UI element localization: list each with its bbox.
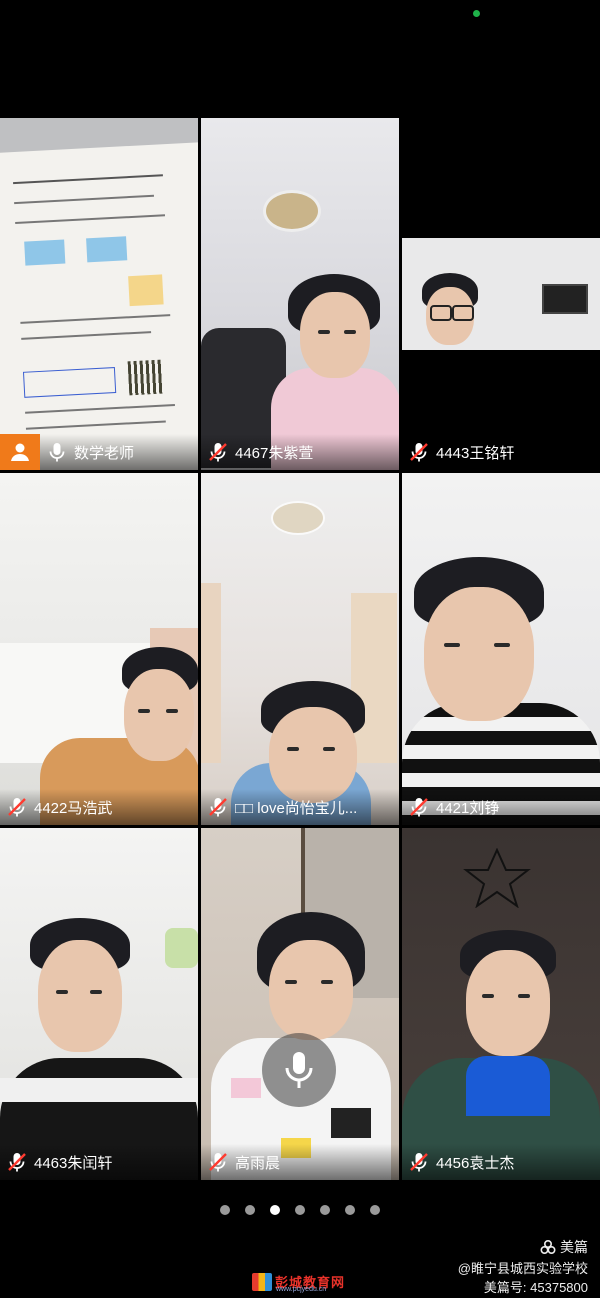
- video-tile-5[interactable]: □□ love尚怡宝儿...: [201, 473, 399, 825]
- participant-name: 数学老师: [74, 444, 135, 462]
- student-face: [261, 681, 365, 805]
- host-badge: [0, 434, 40, 470]
- textbook-page: [0, 142, 198, 470]
- mic-muted-icon[interactable]: [408, 441, 430, 463]
- participant-label: 4421刘铮: [402, 789, 600, 825]
- watermark-brand: 美篇: [560, 1239, 588, 1255]
- mic-muted-icon[interactable]: [207, 1151, 229, 1173]
- participant-label: 4456袁士杰: [402, 1144, 600, 1180]
- video-tile-9[interactable]: 4456袁士杰: [402, 828, 600, 1180]
- user-icon: [11, 443, 29, 461]
- books-logo-icon: [252, 1272, 272, 1291]
- page-dot-4[interactable]: [295, 1205, 305, 1215]
- video-tile-6[interactable]: 4421刘铮: [402, 473, 600, 825]
- speaking-mic-overlay[interactable]: [262, 1033, 336, 1107]
- student-face: [257, 912, 365, 1046]
- video-tile-7[interactable]: 4463朱闰轩: [0, 828, 198, 1180]
- student-face: [460, 930, 556, 1060]
- mic-icon[interactable]: [46, 441, 68, 463]
- participant-name: □□ love尚怡宝儿...: [235, 799, 358, 817]
- mic-muted-icon[interactable]: [207, 441, 229, 463]
- video-tile-4[interactable]: 4422马浩武: [0, 473, 198, 825]
- blue-sweater: [466, 1056, 550, 1116]
- mic-icon: [285, 1052, 313, 1088]
- video-tile-8[interactable]: 高雨晨: [201, 828, 399, 1180]
- star-lamp: [463, 848, 531, 908]
- participant-name: 4456袁士杰: [436, 1154, 515, 1172]
- participant-label: 数学老师: [0, 434, 198, 470]
- mic-muted-icon[interactable]: [207, 796, 229, 818]
- page-dot-3-active[interactable]: [270, 1205, 280, 1215]
- page-dot-2[interactable]: [245, 1205, 255, 1215]
- wall-tv: [542, 284, 588, 314]
- site-logo: 彭城教育网 www.pcjyedu.cn: [252, 1272, 345, 1293]
- ceiling-lamp: [271, 501, 325, 535]
- participant-name: 高雨晨: [235, 1154, 281, 1172]
- video-tile-teacher[interactable]: 数学老师: [0, 118, 198, 470]
- video-feed: [402, 238, 600, 350]
- participant-name: 4421刘铮: [436, 799, 500, 817]
- student-face: [414, 557, 544, 727]
- camera-indicator-dot: [473, 10, 480, 17]
- participant-name: 4463朱闰轩: [34, 1154, 113, 1172]
- page-dot-6[interactable]: [345, 1205, 355, 1215]
- participant-label: 高雨晨: [201, 1144, 399, 1180]
- meipian-logo-icon: [540, 1239, 556, 1255]
- student-face: [30, 918, 130, 1058]
- participant-name: 4443王铭轩: [436, 444, 515, 462]
- participant-label: □□ love尚怡宝儿...: [201, 789, 399, 825]
- ceiling-lamp: [263, 190, 321, 232]
- participant-label: 4463朱闰轩: [0, 1144, 198, 1180]
- video-tile-2[interactable]: 4467朱紫萱: [201, 118, 399, 470]
- page-dot-1[interactable]: [220, 1205, 230, 1215]
- watermark-id: 美篇号: 45375800: [483, 1280, 588, 1295]
- page-dot-7[interactable]: [370, 1205, 380, 1215]
- site-url: www.pcjyedu.cn: [276, 1286, 327, 1293]
- video-tile-3[interactable]: 4443王铭轩: [402, 118, 600, 470]
- student-face: [288, 274, 380, 378]
- mic-muted-icon[interactable]: [6, 1151, 28, 1173]
- page-dot-5[interactable]: [320, 1205, 330, 1215]
- meipian-watermark: 美篇: [540, 1237, 588, 1257]
- participant-label: 4467朱紫萱: [201, 434, 399, 470]
- page-indicator: [0, 1205, 600, 1215]
- student-face: [120, 647, 198, 763]
- mic-muted-icon[interactable]: [408, 796, 430, 818]
- watermark-author: @睢宁县城西实验学校: [457, 1261, 588, 1276]
- participant-label: 4422马浩武: [0, 789, 198, 825]
- mic-muted-icon[interactable]: [6, 796, 28, 818]
- participant-name: 4422马浩武: [34, 799, 113, 817]
- participant-name: 4467朱紫萱: [235, 444, 314, 462]
- participant-label: 4443王铭轩: [402, 434, 600, 470]
- mic-muted-icon[interactable]: [408, 1151, 430, 1173]
